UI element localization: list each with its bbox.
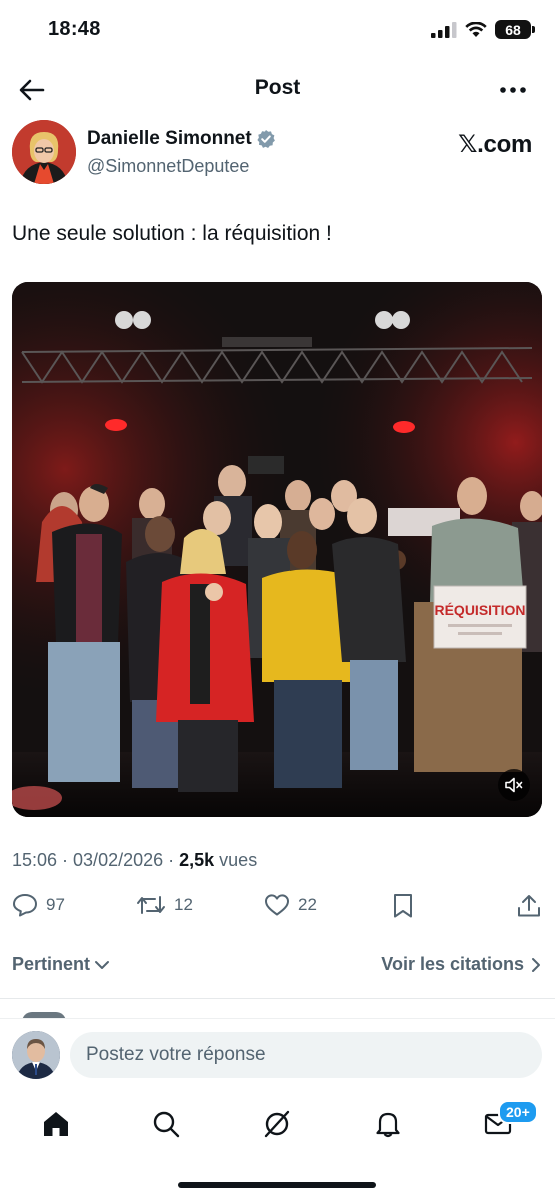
- reply-button[interactable]: 97: [12, 893, 65, 917]
- view-quotes-label: Voir les citations: [381, 954, 524, 974]
- protest-sign-text: RÉQUISITION: [434, 602, 525, 618]
- status-time: 18:48: [48, 18, 101, 40]
- tweet-text: Une seule solution : la réquisition !: [12, 222, 332, 245]
- more-options-button[interactable]: [499, 78, 527, 102]
- bookmark-button[interactable]: [392, 893, 414, 919]
- status-icons: 68: [431, 20, 535, 39]
- like-button[interactable]: 22: [264, 893, 317, 917]
- status-bar: 18:48 68: [0, 0, 555, 60]
- messages-badge: 20+: [498, 1100, 538, 1124]
- reply-composer: Postez votre réponse: [0, 1018, 555, 1090]
- views-label: vues: [214, 850, 258, 870]
- nav-messages[interactable]: 20+: [478, 1100, 538, 1144]
- more-horizontal-icon: [500, 87, 526, 93]
- nav-home[interactable]: [36, 1104, 76, 1144]
- tweet-video[interactable]: RÉQUISITION: [12, 282, 542, 817]
- repost-count: 12: [174, 895, 193, 914]
- sort-label: Pertinent: [12, 954, 91, 974]
- source-label: 𝕏.com: [458, 131, 532, 158]
- battery-icon: 68: [495, 20, 535, 39]
- repost-icon: [137, 896, 165, 914]
- nav-notifications[interactable]: [368, 1104, 408, 1144]
- post-actions: 97 12 22: [12, 893, 544, 925]
- verified-badge-icon: [257, 130, 275, 148]
- like-count: 22: [298, 895, 317, 914]
- chevron-right-icon: [532, 957, 540, 972]
- speaker-muted-icon: [505, 777, 523, 793]
- share-button[interactable]: [516, 893, 542, 919]
- reply-count: 97: [46, 895, 65, 914]
- search-icon: [153, 1111, 180, 1138]
- replies-sort-row: Pertinent Voir les citations: [12, 950, 542, 980]
- author-handle[interactable]: @SimonnetDeputee: [87, 156, 249, 177]
- mute-button[interactable]: [498, 769, 530, 801]
- sort-dropdown[interactable]: Pertinent: [12, 954, 111, 975]
- bell-icon: [376, 1112, 400, 1138]
- post-meta: 15:06 · 03/02/2026 · 2,5k vues: [12, 850, 257, 871]
- reply-icon: [13, 894, 37, 917]
- post-author: Danielle Simonnet @SimonnetDeputee 𝕏.com: [12, 120, 542, 186]
- grok-icon: [264, 1110, 290, 1138]
- repost-button[interactable]: 12: [136, 893, 193, 917]
- post-datetime[interactable]: 15:06 · 03/02/2026 ·: [12, 850, 179, 870]
- heart-icon: [265, 894, 289, 916]
- user-avatar[interactable]: [12, 1031, 60, 1079]
- author-name-row[interactable]: Danielle Simonnet: [87, 128, 276, 150]
- section-divider: [0, 998, 555, 999]
- home-indicator: [178, 1182, 376, 1188]
- author-avatar[interactable]: [12, 120, 76, 184]
- author-name: Danielle Simonnet: [87, 128, 252, 149]
- bottom-navigation: 20+: [0, 1090, 555, 1160]
- nav-search[interactable]: [146, 1104, 186, 1144]
- view-quotes-link[interactable]: Voir les citations: [381, 954, 542, 975]
- views-count[interactable]: 2,5k: [179, 850, 214, 870]
- post-header: Post: [0, 66, 555, 112]
- wifi-icon: [465, 21, 487, 37]
- share-icon: [518, 895, 540, 917]
- video-frame: RÉQUISITION: [12, 282, 542, 817]
- signal-icon: [431, 21, 457, 38]
- nav-grok[interactable]: [257, 1104, 297, 1144]
- bookmark-icon: [394, 894, 412, 918]
- chevron-down-icon: [95, 960, 110, 969]
- page-title: Post: [254, 76, 301, 99]
- reply-input[interactable]: Postez votre réponse: [70, 1032, 542, 1078]
- home-icon: [44, 1112, 68, 1136]
